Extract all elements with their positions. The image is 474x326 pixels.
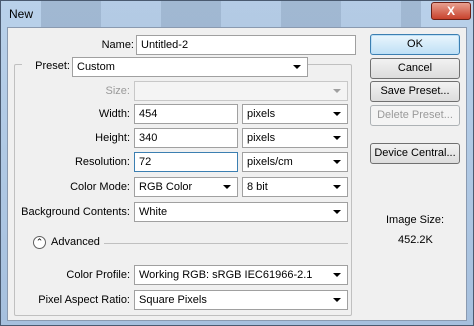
pixel-aspect-label: Pixel Aspect Ratio: (38, 294, 130, 306)
color-profile-label: Color Profile: (66, 269, 130, 281)
close-icon: X (446, 4, 455, 18)
chevron-up-circle-icon[interactable]: ⌃ (33, 236, 46, 249)
width-unit-value: pixels (247, 108, 276, 120)
image-size-label: Image Size: (386, 214, 445, 226)
resolution-unit-select[interactable]: pixels/cm (242, 152, 348, 172)
background-label: Background Contents: (21, 206, 130, 218)
background-app-strip (41, 1, 421, 27)
height-label: Height: (95, 132, 130, 144)
chevron-down-icon (333, 210, 341, 214)
name-input[interactable]: Untitled-2 (136, 35, 356, 55)
height-input[interactable]: 340 (134, 128, 238, 148)
preset-label: Preset: (22, 60, 72, 72)
resolution-label: Resolution: (74, 156, 130, 168)
bit-depth-select[interactable]: 8 bit (242, 177, 348, 197)
cancel-button[interactable]: Cancel (370, 58, 460, 79)
bit-depth-value: 8 bit (247, 181, 268, 193)
height-unit-select[interactable]: pixels (242, 128, 348, 148)
chevron-down-icon (333, 136, 341, 140)
save-preset-button[interactable]: Save Preset... (370, 81, 460, 102)
width-unit-select[interactable]: pixels (242, 104, 348, 124)
color-mode-label: Color Mode: (70, 181, 130, 193)
resolution-input[interactable]: 72 (134, 152, 238, 172)
window-title: New (9, 7, 34, 21)
name-label: Name: (101, 39, 134, 51)
new-document-dialog: New X Name: Untitled-2 Preset: Custom Si… (0, 0, 474, 326)
color-mode-select[interactable]: RGB Color (134, 177, 238, 197)
chevron-down-icon (333, 185, 341, 189)
preset-value: Custom (77, 61, 115, 73)
color-mode-value: RGB Color (139, 181, 193, 193)
dialog-body: Name: Untitled-2 Preset: Custom Size: Wi… (7, 27, 467, 321)
color-profile-value: Working RGB: sRGB IEC61966-2.1 (139, 269, 313, 281)
close-button[interactable]: X (431, 2, 471, 20)
preset-select[interactable]: Custom (72, 57, 308, 77)
background-value: White (139, 206, 168, 218)
delete-preset-button: Delete Preset... (370, 105, 460, 126)
advanced-separator (104, 243, 348, 244)
title-bar[interactable]: New X (1, 1, 473, 27)
chevron-down-icon (333, 273, 341, 277)
resolution-unit-value: pixels/cm (247, 156, 293, 168)
device-central-button[interactable]: Device Central... (370, 143, 460, 164)
size-select (134, 81, 348, 101)
background-select[interactable]: White (134, 202, 348, 222)
chevron-down-icon (333, 160, 341, 164)
width-input[interactable]: 454 (134, 104, 238, 124)
color-profile-select[interactable]: Working RGB: sRGB IEC61966-2.1 (134, 265, 348, 285)
chevron-down-icon (223, 185, 231, 189)
pixel-aspect-select[interactable]: Square Pixels (134, 290, 348, 310)
chevron-down-icon (333, 298, 341, 302)
image-size-value: 452.2K (398, 234, 433, 246)
chevron-down-icon (333, 112, 341, 116)
chevron-down-icon (293, 65, 301, 69)
ok-button[interactable]: OK (370, 34, 460, 55)
advanced-toggle-label[interactable]: Advanced (51, 236, 100, 248)
chevron-down-icon (333, 89, 341, 93)
height-unit-value: pixels (247, 132, 276, 144)
width-label: Width: (98, 108, 130, 120)
size-label: Size: (105, 85, 130, 97)
pixel-aspect-value: Square Pixels (139, 294, 207, 306)
